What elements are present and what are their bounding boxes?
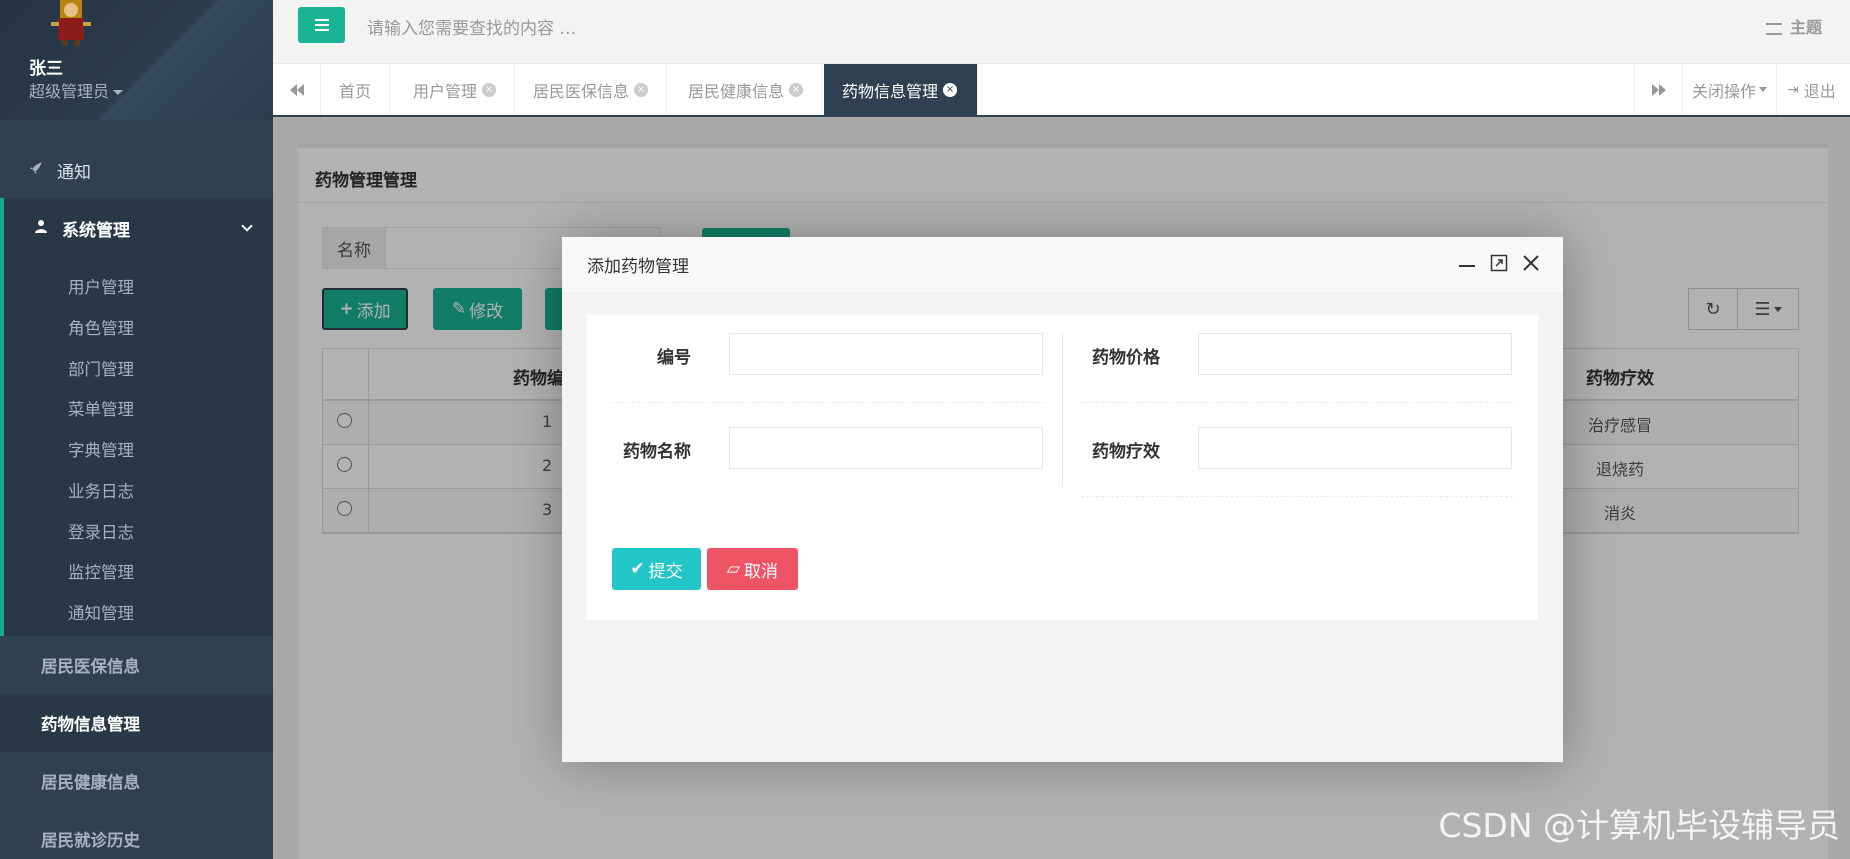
submenu-item-dict[interactable]: 字典管理 <box>68 437 134 461</box>
submenu-item-notice-mgmt[interactable]: 通知管理 <box>68 600 134 624</box>
profile-role-label: 超级管理员 <box>29 82 110 101</box>
double-right-icon <box>1651 83 1666 96</box>
minimize-icon <box>1459 265 1475 267</box>
sidebar-item-label: 通知 <box>57 162 91 183</box>
sidebar-item-drugs[interactable]: 药物信息管理 <box>0 694 273 752</box>
divider <box>1081 496 1513 497</box>
profile-role-dropdown[interactable]: 超级管理员 <box>29 78 124 102</box>
system-submenu: 用户管理 角色管理 部门管理 菜单管理 字典管理 业务日志 登录日志 监控管理 … <box>0 258 273 636</box>
tab-close-icon[interactable]: × <box>789 82 804 97</box>
close-ops-dropdown[interactable]: 关闭操作 <box>1682 64 1776 115</box>
search-input[interactable]: 请输入您需要查找的内容 … <box>367 14 576 39</box>
topbar: 请输入您需要查找的内容 … 主题 <box>273 0 1850 64</box>
submit-button[interactable]: ✔ 提交 <box>612 548 701 590</box>
menu-toggle-button[interactable] <box>298 7 345 43</box>
rocket-icon <box>29 161 47 179</box>
tabs-bar: 首页 用户管理 × 居民医保信息 × 居民健康信息 × 药物信息管理 × 关闭操作 ⇥ 退… <box>273 64 1850 117</box>
eraser-icon: ▱ <box>726 559 741 579</box>
close-button[interactable] <box>1522 253 1540 277</box>
avatar[interactable] <box>46 0 96 46</box>
label-code: 编号 <box>657 348 691 368</box>
tab-health[interactable]: 居民健康信息 × <box>670 64 823 115</box>
tab-label: 用户管理 <box>413 81 478 101</box>
submenu-item-biz-log[interactable]: 业务日志 <box>68 478 134 502</box>
submenu-item-depts[interactable]: 部门管理 <box>68 356 134 380</box>
submenu-item-roles[interactable]: 角色管理 <box>68 315 134 339</box>
add-drug-modal: 添加药物管理 编号 药物价格 药物名称 药物疗效 ✔ 提交 ▱ 取消 <box>562 237 1563 762</box>
submenu-item-menus[interactable]: 菜单管理 <box>68 396 134 420</box>
code-input[interactable] <box>729 333 1043 375</box>
logout-button[interactable]: ⇥ 退出 <box>1776 64 1850 115</box>
profile-panel: 张三 超级管理员 <box>0 0 273 120</box>
tab-home[interactable]: 首页 <box>321 64 391 115</box>
caret-down-icon <box>113 90 124 95</box>
divider <box>1081 402 1513 403</box>
close-ops-label: 关闭操作 <box>1691 81 1756 101</box>
maximize-button[interactable] <box>1490 253 1508 277</box>
submenu-item-monitor[interactable]: 监控管理 <box>68 559 134 583</box>
tab-close-icon[interactable]: × <box>943 82 958 97</box>
theme-button[interactable]: 主题 <box>1765 14 1822 38</box>
tab-label: 居民医保信息 <box>533 81 630 101</box>
tab-label: 居民健康信息 <box>688 81 785 101</box>
label-effect: 药物疗效 <box>1092 442 1160 462</box>
effect-input[interactable] <box>1198 427 1512 469</box>
double-left-icon <box>289 83 304 96</box>
theme-icon <box>1765 22 1782 35</box>
tab-users[interactable]: 用户管理 × <box>395 64 516 115</box>
price-input[interactable] <box>1198 333 1512 375</box>
tab-label: 首页 <box>339 81 372 101</box>
profile-name: 张三 <box>29 59 63 79</box>
sidebar-item-visits[interactable]: 居民就诊历史 <box>0 810 273 859</box>
logout-label: 退出 <box>1803 81 1836 101</box>
modal-form: 编号 药物价格 药物名称 药物疗效 ✔ 提交 ▱ 取消 <box>587 315 1538 620</box>
check-icon: ✔ <box>630 559 645 579</box>
caret-down-icon <box>1759 87 1767 92</box>
tab-drugs[interactable]: 药物信息管理 × <box>824 64 978 115</box>
sidebar-item-insurance[interactable]: 居民医保信息 <box>0 636 273 694</box>
modal-header: 添加药物管理 <box>562 237 1563 293</box>
label-name: 药物名称 <box>623 442 691 462</box>
logout-icon: ⇥ <box>1787 81 1799 98</box>
sidebar-item-system[interactable]: 系统管理 <box>0 198 273 258</box>
submit-label: 提交 <box>648 561 683 582</box>
sidebar-item-notice[interactable]: 通知 <box>0 150 273 190</box>
label-price: 药物价格 <box>1092 348 1160 368</box>
modal-title: 添加药物管理 <box>587 257 689 277</box>
theme-label: 主题 <box>1789 18 1822 37</box>
chevron-down-icon <box>241 220 253 232</box>
submenu-item-login-log[interactable]: 登录日志 <box>68 519 134 543</box>
cancel-label: 取消 <box>744 561 779 582</box>
sidebar: 张三 超级管理员 通知 系统管理 用户管理 角色管理 部门管理 菜单管理 字典管… <box>0 0 273 859</box>
column-divider <box>1062 333 1063 487</box>
tab-insurance[interactable]: 居民医保信息 × <box>515 64 668 115</box>
sidebar-item-health[interactable]: 居民健康信息 <box>0 752 273 810</box>
tab-close-icon[interactable]: × <box>634 82 649 97</box>
sidebar-item-label: 系统管理 <box>62 220 130 241</box>
tab-close-icon[interactable]: × <box>482 82 497 97</box>
watermark: CSDN @计算机毕设辅导员 <box>1438 806 1840 845</box>
name-input[interactable] <box>729 427 1043 469</box>
maximize-icon <box>1490 254 1508 272</box>
minimize-button[interactable] <box>1458 253 1476 277</box>
submenu-item-users[interactable]: 用户管理 <box>68 274 134 298</box>
divider <box>612 402 1044 403</box>
tab-label: 药物信息管理 <box>842 81 939 101</box>
close-icon <box>1523 255 1539 271</box>
cancel-button[interactable]: ▱ 取消 <box>707 548 798 590</box>
tab-scroll-right-button[interactable] <box>1634 64 1682 115</box>
tab-scroll-left-button[interactable] <box>273 64 321 115</box>
user-icon <box>34 219 52 237</box>
